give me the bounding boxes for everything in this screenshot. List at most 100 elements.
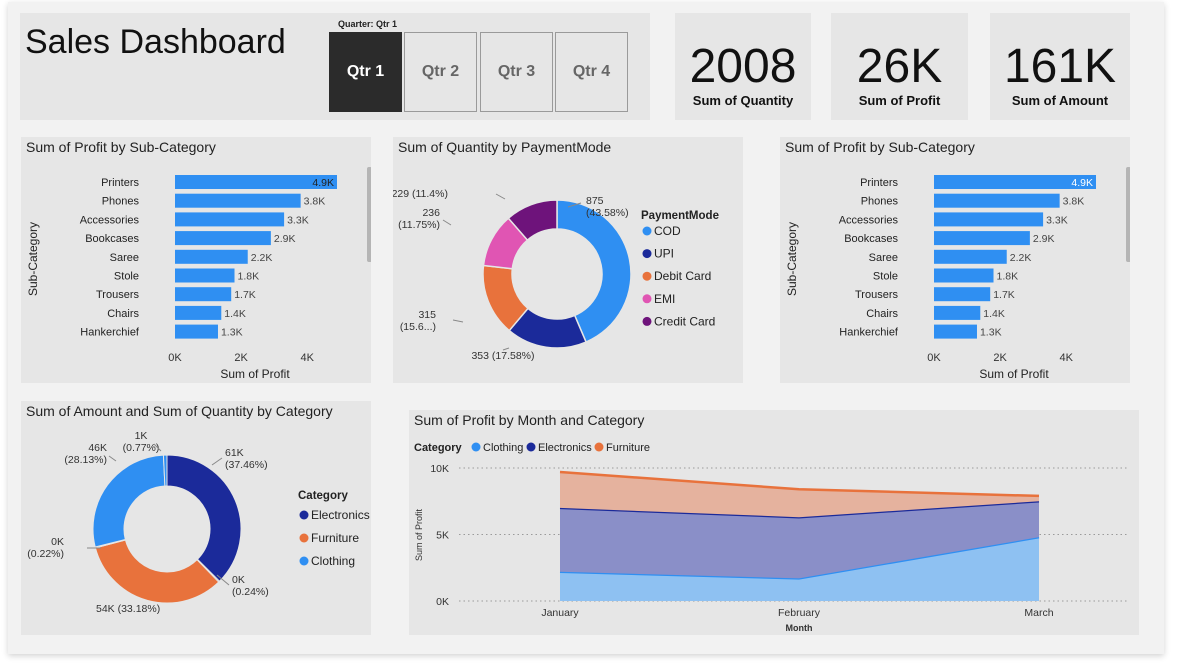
bar [934,231,1030,246]
category-tick-label: Phones [102,196,140,208]
bar [934,268,994,283]
x-tick-label: 2K [993,352,1007,364]
slicer-qtr2-button[interactable]: Qtr 2 [404,32,477,112]
profit-by-subcategory-chart-1[interactable]: Printers 4.9K Phones 3.8K Accessories 3.3K Boo… [21,137,371,383]
bar [934,249,1007,264]
data-label: (0.24%) [232,586,269,598]
category-tick-label: Hankerchief [839,327,899,339]
data-label: (43.58%) [586,207,629,219]
data-label: (15.6...) [400,321,436,333]
profit-by-month-category-chart[interactable]: 0K 5K 10K Category Clothing Electronics Furnit… [409,410,1139,635]
x-tick-label: 0K [168,352,182,364]
bar [175,268,235,283]
category-tick-label: Trousers [96,289,139,301]
data-label: 1K [135,430,148,442]
legend-marker [642,226,652,236]
legend-title: Category [414,442,463,454]
category-tick-label: Stole [114,271,139,283]
kpi-value: 161K [1003,40,1117,93]
data-label: 1.7K [993,289,1015,301]
legend-marker [642,249,652,259]
profit-by-subcategory-panel-2[interactable]: Sum of Profit by Sub-Category Printers 4.… [780,137,1130,383]
category-tick-label: Hankerchief [80,327,140,339]
profit-by-month-category-panel[interactable]: Sum of Profit by Month and Category 0K 5K… [409,410,1139,635]
quarter-slicer-label: Quarter: Qtr 1 [338,19,398,29]
profit-by-subcategory-chart-2[interactable]: Printers 4.9K Phones 3.8K Accessories 3.3K Boo… [780,137,1130,383]
category-tick-label: Accessories [80,214,140,226]
bar [934,305,981,320]
legend-entry: COD [654,224,681,238]
legend-entry: Electronics [538,442,592,454]
data-label: 4.9K [312,177,334,189]
category-tick-label: Trousers [855,289,898,301]
bar [175,212,285,227]
category-tick-label: Printers [860,177,898,189]
data-label: 3.8K [1063,196,1085,208]
leader-line [442,219,452,226]
x-axis-title: Month [786,623,813,633]
data-label: 2.2K [251,252,273,264]
amount-quantity-by-category-panel[interactable]: Sum of Amount and Sum of Quantity by Cat… [21,401,371,635]
slicer-qtr3-button[interactable]: Qtr 3 [480,32,553,112]
bar [175,287,232,302]
legend-entry: Electronics [311,508,370,522]
data-label: 3.3K [287,214,309,226]
legend-entry: Clothing [311,554,355,568]
bar [934,287,991,302]
data-label: 4.9K [1071,177,1093,189]
legend-entry: Furniture [606,442,650,454]
y-axis-title: Sum of Profit [414,508,424,561]
data-label: 1.3K [221,327,243,339]
data-label: 46K [88,442,107,454]
data-label: 1.7K [234,289,256,301]
data-label: 2.9K [1033,233,1055,245]
quantity-by-paymentmode-chart[interactable]: 875(43.58%) 353 (17.58%) 315(15.6...) 236(1… [393,137,743,383]
scrollbar-thumb [367,167,371,262]
category-tick-label: Bookcases [85,233,139,245]
donut-slice [166,454,242,582]
profit-by-subcategory-panel-1[interactable]: Sum of Profit by Sub-Category Printers 4.… [21,137,371,383]
y-tick-label: 5K [436,530,449,542]
leader-line [211,457,223,466]
kpi-label: Sum of Amount [1011,93,1109,108]
data-label: 1.8K [997,271,1019,283]
data-label: 229 (11.4%) [393,188,448,200]
data-label: 315 [418,309,436,321]
amount-quantity-by-category-chart[interactable]: 61K(37.46%)0K(0.24%)54K (33.18%)0K(0.22%… [21,401,371,635]
legend-marker [299,533,309,543]
slicer-qtr1-button[interactable]: Qtr 1 [329,32,402,112]
data-label: 61K [225,447,244,459]
kpi-card-amount: 161K Sum of Amount [990,13,1130,120]
kpi-value: 2008 [689,40,797,93]
x-tick-label: February [778,607,821,619]
data-label: 3.8K [304,196,326,208]
leader-line [452,319,464,323]
category-tick-label: Chairs [107,308,139,320]
slicer-qtr4-button[interactable]: Qtr 4 [555,32,628,112]
y-tick-label: 0K [436,596,449,608]
category-tick-label: Printers [101,177,139,189]
x-tick-label: 4K [1060,352,1074,364]
legend-marker [594,442,604,452]
data-label: 353 (17.58%) [471,350,534,362]
data-label: (11.75%) [398,219,440,231]
data-label: 0K [51,536,64,548]
kpi-value: 26K [856,40,943,93]
legend-entry: Clothing [483,442,523,454]
page-title: Sales Dashboard [25,23,286,61]
data-label: 1.3K [980,327,1002,339]
donut-slice [94,539,220,604]
bar [175,249,248,264]
bar [175,305,222,320]
legend-entry: Furniture [311,531,359,545]
bar [175,231,271,246]
data-label: 3.3K [1046,214,1068,226]
data-label: (37.46%) [225,459,268,471]
data-label: 2.9K [274,233,296,245]
kpi-label: Sum of Quantity [692,93,794,108]
category-tick-label: Stole [873,271,898,283]
data-label: (0.77%) [123,442,160,454]
leader-line [108,455,117,462]
quantity-by-paymentmode-panel[interactable]: Sum of Quantity by PaymentMode 875 (43.58… [393,137,743,383]
donut-slice [92,454,166,548]
